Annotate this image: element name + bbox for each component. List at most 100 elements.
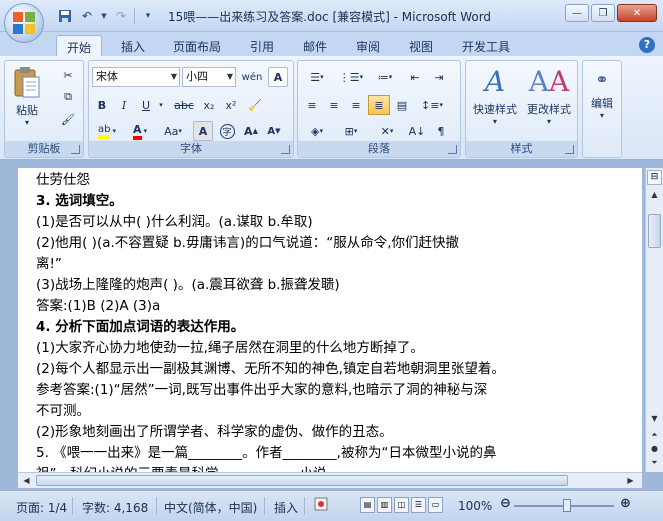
copy-icon[interactable]: ⧉ [57, 87, 79, 107]
clipboard-launcher-icon[interactable] [71, 145, 80, 154]
undo-dropdown-icon[interactable]: ▼ [100, 7, 108, 25]
page-count[interactable]: 页面: 1/4 [16, 499, 67, 516]
underline-dropdown-icon[interactable]: ▾ [156, 95, 166, 115]
full-screen-reading-icon[interactable]: ▥ [377, 497, 392, 513]
italic-button[interactable]: I [114, 95, 134, 115]
align-center-icon[interactable]: ≡ [324, 95, 344, 115]
browse-object-icon[interactable]: ● [648, 442, 661, 456]
scroll-right-icon[interactable]: ▶ [624, 474, 637, 488]
distributed-icon[interactable]: ▤ [392, 95, 412, 115]
quick-access-toolbar: ↶ ▼ ↷ ▾ [56, 7, 157, 25]
zoom-in-icon[interactable]: ⊕ [620, 496, 631, 511]
restore-button[interactable]: ❐ [591, 4, 615, 22]
align-right-icon[interactable]: ≡ [346, 95, 366, 115]
language-indicator[interactable]: 中文(简体，中国) [164, 499, 257, 516]
scroll-left-icon[interactable]: ◀ [20, 474, 33, 488]
multilevel-list-icon[interactable]: ≔ ▾ [370, 67, 400, 87]
print-layout-view-icon[interactable]: ▤ [360, 497, 375, 513]
tab-references[interactable]: 引用 [240, 35, 284, 56]
vertical-scrollbar[interactable]: ⊟ ▲ ▼ ⏶ ● ⏷ [645, 168, 663, 472]
insert-mode[interactable]: 插入 [274, 499, 298, 516]
clear-format-icon[interactable]: 🧹 [245, 95, 265, 115]
paste-button[interactable]: 粘贴 ▾ [7, 63, 47, 133]
char-border-icon[interactable]: A [268, 67, 288, 87]
format-painter-icon[interactable]: 🖌 [57, 109, 79, 129]
justify-icon[interactable]: ≣ [368, 95, 390, 115]
decrease-indent-icon[interactable]: ⇤ [404, 67, 426, 87]
tab-page-layout[interactable]: 页面布局 [163, 35, 231, 56]
editing-button[interactable]: ⚭ 编辑 ▾ [584, 65, 620, 153]
change-case-button[interactable]: Aa ▾ [159, 121, 187, 141]
document-text[interactable]: 仕劳仕怨 3. 选词填空。 (1)是否可以从中( )什么利润。(a.谋取 b.牟… [36, 170, 626, 472]
shrink-font-button[interactable]: A ▼ [264, 121, 284, 141]
strikethrough-button[interactable]: abc [171, 95, 197, 115]
tab-developer[interactable]: 开发工具 [452, 35, 520, 56]
view-ruler-icon[interactable]: ⊟ [647, 170, 662, 185]
phonetic-guide-icon[interactable]: wén [240, 67, 264, 87]
next-page-icon[interactable]: ⏷ [648, 456, 661, 470]
outline-view-icon[interactable]: ☰ [411, 497, 426, 513]
office-button[interactable] [4, 3, 44, 43]
increase-indent-icon[interactable]: ⇥ [428, 67, 450, 87]
styles-launcher-icon[interactable] [565, 145, 574, 154]
char-shading-icon[interactable]: A [193, 121, 213, 141]
previous-page-icon[interactable]: ⏶ [648, 428, 661, 442]
zoom-out-icon[interactable]: ⊖ [500, 496, 511, 511]
bullets-icon[interactable]: ☰ ▾ [302, 67, 332, 87]
paragraph-launcher-icon[interactable] [448, 145, 457, 154]
grow-font-button[interactable]: A ▲ [241, 121, 261, 141]
horizontal-scrollbar[interactable]: ◀ ▶ [18, 472, 642, 488]
quick-styles-button[interactable]: A 快速样式 ▾ [470, 65, 520, 135]
scroll-down-icon[interactable]: ▼ [648, 412, 661, 426]
align-left-icon[interactable]: ≡ [302, 95, 322, 115]
chinese-layout-icon[interactable]: ✕ ▾ [372, 121, 402, 141]
borders-icon[interactable]: ⊞ ▾ [336, 121, 366, 141]
font-launcher-icon[interactable] [281, 145, 290, 154]
tab-insert[interactable]: 插入 [111, 35, 155, 56]
paste-label: 粘贴 [16, 104, 38, 117]
tab-view[interactable]: 视图 [399, 35, 443, 56]
show-formatting-icon[interactable]: ¶ [430, 121, 452, 141]
doc-line: (1)大家齐心协力地使劲一拉,绳子居然在洞里的什么地方断掉了。 [36, 340, 424, 356]
title-bar: ↶ ▼ ↷ ▾ 15喂——出来练习及答案.doc [兼容模式] - Micros… [0, 0, 663, 43]
quick-styles-label: 快速样式 [473, 103, 517, 116]
font-size-combo[interactable]: 小四 ▼ [182, 67, 236, 87]
draft-view-icon[interactable]: ▭ [428, 497, 443, 513]
subscript-button[interactable]: x₂ [199, 95, 219, 115]
enclose-char-icon[interactable]: 字 [217, 121, 237, 141]
quick-styles-icon: A [484, 65, 506, 98]
macro-record-icon[interactable] [314, 497, 328, 514]
underline-button[interactable]: U [136, 95, 156, 115]
editing-group: ⚭ 编辑 ▾ [582, 60, 622, 158]
change-styles-icon: AA [528, 65, 570, 98]
vertical-scroll-thumb[interactable] [648, 214, 661, 248]
horizontal-scroll-thumb[interactable] [36, 475, 568, 486]
scroll-up-icon[interactable]: ▲ [648, 188, 661, 202]
superscript-button[interactable]: x² [221, 95, 241, 115]
shading-icon[interactable]: ◈ ▾ [302, 121, 332, 141]
document-page[interactable]: 仕劳仕怨 3. 选词填空。 (1)是否可以从中( )什么利润。(a.谋取 b.牟… [18, 168, 642, 472]
customize-qat-icon[interactable]: ▾ [139, 7, 157, 25]
web-layout-icon[interactable]: ◫ [394, 497, 409, 513]
highlight-button[interactable]: ab ▾ [92, 121, 122, 141]
undo-icon[interactable]: ↶ [78, 7, 96, 25]
help-icon[interactable]: ? [639, 37, 655, 53]
tab-mailings[interactable]: 邮件 [293, 35, 337, 56]
redo-icon[interactable]: ↷ [112, 7, 130, 25]
sort-icon[interactable]: A↓ [406, 121, 428, 141]
minimize-button[interactable]: — [565, 4, 589, 22]
close-button[interactable]: ✕ [617, 4, 657, 22]
change-styles-button[interactable]: AA 更改样式 ▾ [522, 65, 576, 135]
line-spacing-icon[interactable]: ↕≡ ▾ [416, 95, 448, 115]
save-icon[interactable] [56, 7, 74, 25]
tab-review[interactable]: 审阅 [346, 35, 390, 56]
font-color-button[interactable]: A ▾ [126, 121, 154, 141]
zoom-slider-thumb[interactable] [563, 499, 571, 512]
cut-icon[interactable]: ✂ [57, 65, 79, 85]
zoom-level[interactable]: 100% [458, 499, 492, 513]
numbering-icon[interactable]: ⋮☰ ▾ [336, 67, 366, 87]
bold-button[interactable]: B [92, 95, 112, 115]
tab-home[interactable]: 开始 [56, 35, 103, 56]
word-count[interactable]: 字数: 4,168 [82, 499, 148, 516]
font-name-combo[interactable]: 宋体 ▼ [92, 67, 180, 87]
